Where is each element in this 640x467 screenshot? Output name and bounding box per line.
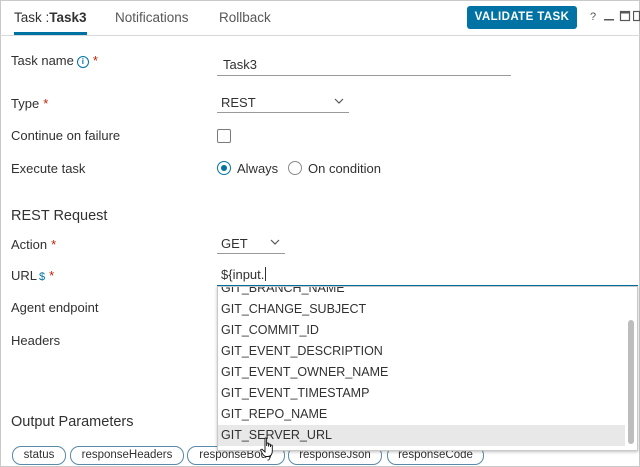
hand-pointer-icon — [260, 437, 273, 457]
url-input-value: ${input. — [221, 267, 265, 282]
dropdown-item[interactable]: GIT_EVENT_TIMESTAMP — [218, 383, 625, 404]
tab-task-prefix: Task : — [14, 10, 50, 25]
output-parameters-heading: Output Parameters — [11, 414, 134, 430]
tab-rollback[interactable]: Rollback — [219, 0, 271, 35]
autocomplete-dropdown: GIT_BRANCH_NAME GIT_CHANGE_SUBJECT GIT_C… — [217, 286, 638, 451]
minimize-icon[interactable] — [603, 10, 615, 22]
dropdown-scrollbar-thumb[interactable] — [628, 320, 634, 444]
dock-icon[interactable] — [633, 10, 640, 22]
type-select[interactable]: REST — [217, 93, 349, 113]
rest-request-heading: REST Request — [11, 208, 108, 224]
type-select-value: REST — [221, 95, 256, 110]
task-name-label-text: Task name — [11, 53, 74, 68]
radio-always-label[interactable]: Always — [237, 161, 278, 176]
output-param-status[interactable]: status — [12, 446, 66, 465]
tab-task-name: Task3 — [49, 10, 87, 25]
text-caret — [265, 267, 267, 281]
headers-label: Headers — [11, 333, 61, 348]
tab-task[interactable]: Task :Task3 — [14, 0, 87, 35]
dropdown-item-highlighted[interactable]: GIT_SERVER_URL — [218, 425, 625, 446]
tab-notifications[interactable]: Notifications — [115, 0, 189, 35]
required-marker: * — [49, 268, 55, 283]
execute-task-label: Execute task — [11, 161, 86, 176]
continue-on-failure-checkbox[interactable] — [217, 129, 231, 143]
type-label: Type * — [11, 96, 48, 111]
radio-on-condition[interactable] — [288, 161, 302, 175]
svg-text:?: ? — [590, 11, 596, 22]
tab-bar: Task :Task3 Notifications Rollback VALID… — [0, 0, 640, 36]
validate-task-button[interactable]: VALIDATE TASK — [467, 6, 577, 29]
dropdown-item[interactable]: GIT_COMMIT_ID — [218, 320, 625, 341]
dropdown-item[interactable]: GIT_CHANGE_SUBJECT — [218, 299, 625, 320]
task-name-input[interactable]: Task3 — [217, 55, 511, 76]
action-label-text: Action — [11, 237, 48, 252]
variable-dollar-icon: $ — [39, 271, 46, 283]
agent-endpoint-label: Agent endpoint — [11, 300, 99, 315]
url-label-text: URL — [11, 268, 38, 283]
help-icon[interactable]: ? — [587, 10, 599, 22]
required-marker: * — [92, 53, 98, 68]
action-select[interactable]: GET — [217, 234, 285, 254]
info-icon[interactable]: i — [76, 56, 89, 68]
chevron-down-icon — [334, 98, 344, 104]
action-label: Action * — [11, 237, 56, 252]
continue-on-failure-label: Continue on failure — [11, 128, 121, 143]
radio-on-condition-label[interactable]: On condition — [308, 161, 381, 176]
url-label: URL $ * — [11, 268, 54, 283]
action-select-value: GET — [221, 236, 248, 251]
chevron-down-icon — [270, 239, 280, 245]
type-label-text: Type — [11, 96, 40, 111]
required-marker: * — [43, 96, 49, 111]
task-name-label: Task name i * — [11, 53, 98, 68]
dropdown-item[interactable]: GIT_REPO_NAME — [218, 404, 625, 425]
dropdown-item[interactable]: GIT_BRANCH_NAME — [218, 287, 625, 299]
output-param-response-headers[interactable]: responseHeaders — [70, 446, 184, 465]
dropdown-item[interactable]: GIT_EVENT_OWNER_NAME — [218, 362, 625, 383]
dropdown-scrollbar[interactable] — [625, 287, 637, 450]
radio-always[interactable] — [217, 161, 231, 175]
required-marker: * — [51, 237, 57, 252]
maximize-icon[interactable] — [619, 10, 631, 22]
dropdown-item[interactable]: GIT_EVENT_DESCRIPTION — [218, 341, 625, 362]
url-input[interactable]: ${input. — [217, 264, 638, 287]
